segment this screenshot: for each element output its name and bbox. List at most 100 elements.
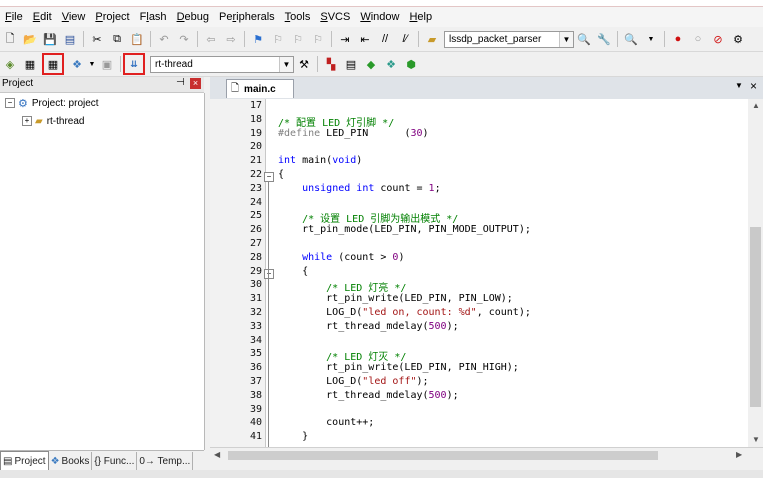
code-editor[interactable]: 17 18 /* 配置 LED 灯引脚 */ 19 #define LED_PIN (3… [210,99,748,447]
nav-forward-icon[interactable]: ⇨ [222,30,240,48]
code-line[interactable]: rt_thread_mdelay(500); [278,321,458,332]
vertical-scroll-thumb[interactable] [750,227,761,407]
tree-root[interactable]: − ⚙ Project: project [5,96,99,110]
code-line[interactable]: int main(void) [278,155,362,166]
menu-peripherals[interactable]: Peripherals [214,11,280,23]
code-line[interactable]: while (count > 0) [278,252,404,263]
tab-project[interactable]: ▤ Project [0,451,49,471]
scroll-down-icon[interactable]: ▼ [752,435,760,444]
code-line[interactable]: /* LED 灯亮 */ [278,279,406,294]
code-line[interactable]: rt_thread_mdelay(500); [278,390,458,401]
menu-file[interactable]: File [0,11,28,23]
code-line[interactable]: #define LED_PIN (30) [278,128,429,139]
copy-icon[interactable]: ⧉ [108,30,126,48]
code-line[interactable]: rt_pin_mode(LED_PIN, PIN_MODE_OUTPUT); [278,224,531,235]
code-line[interactable]: rt_pin_write(LED_PIN, PIN_LOW); [278,293,513,304]
tab-main-c[interactable]: 🗋 main.c [226,79,294,98]
code-line[interactable]: unsigned int count = 1; [278,183,441,194]
manage-components-icon[interactable]: ▚ [322,55,340,73]
tab-functions[interactable]: {} Func... [92,452,138,470]
code-line[interactable]: rt_pin_write(LED_PIN, PIN_HIGH); [278,362,519,373]
target-options-icon[interactable]: ⚒ [295,55,313,73]
tab-templates[interactable]: 0→ Temp... [137,452,194,470]
comment-icon[interactable]: // [376,30,394,48]
expand-icon[interactable]: + [22,116,32,126]
scroll-up-icon[interactable]: ▲ [752,101,760,110]
configure-icon[interactable]: 🔧 [595,30,613,48]
scroll-right-icon[interactable]: ▶ [736,450,742,459]
stop-build-icon[interactable]: ▣ [98,55,116,73]
code-line[interactable]: /* 设置 LED 引脚为输出模式 */ [278,210,458,225]
menu-debug[interactable]: Debug [172,11,214,23]
load-download-icon[interactable]: ⇊ [123,53,145,75]
line-number: 31 [249,293,262,305]
menu-view[interactable]: View [57,11,91,23]
code-line[interactable]: LOG_D("led on, count: %d", count); [278,307,531,318]
debug-session-icon[interactable]: 🔍 [622,30,640,48]
cut-icon[interactable]: ✂ [88,30,106,48]
code-line[interactable]: count++; [278,417,374,428]
pin-icon[interactable]: ⊣ [176,77,185,88]
unindent-icon[interactable]: ⇤ [356,30,374,48]
chevron-down-icon[interactable]: ▼ [279,56,293,72]
fold-collapse-icon[interactable]: − [264,268,274,279]
build-icon[interactable]: ▦ [21,55,39,73]
collapse-icon[interactable]: − [5,98,15,108]
open-folder-icon[interactable]: 📂 [21,30,39,48]
menu-svcs[interactable]: SVCS [315,11,355,23]
file-extensions-icon[interactable]: ▤ [342,55,360,73]
redo-icon[interactable]: ↷ [175,30,193,48]
paste-icon[interactable]: 📋 [128,30,146,48]
bookmark-icon[interactable]: ⚑ [249,30,267,48]
vertical-scrollbar[interactable]: ▲ ▼ [748,99,763,447]
run-time-environment-icon[interactable]: ⬢ [402,55,420,73]
save-all-icon[interactable]: ▤ [61,30,79,48]
pack-installer-icon[interactable]: ◆ [362,55,380,73]
code-line[interactable]: /* LED 灯灭 */ [278,348,406,363]
select-software-packs-icon[interactable]: ❖ [382,55,400,73]
settings-icon[interactable]: ⚙ [729,30,747,48]
clear-bookmarks-icon[interactable]: ⚐ [309,30,327,48]
batch-dropdown-icon[interactable]: ▼ [88,55,96,73]
code-line[interactable]: /* 配置 LED 灯引脚 */ [278,114,394,129]
code-line[interactable]: { [278,266,308,277]
tab-books[interactable]: ❖ Books [49,452,93,470]
close-editor-icon[interactable]: × [750,79,757,93]
tree-child[interactable]: + ▰ rt-thread [22,114,85,128]
horizontal-scrollbar[interactable]: ◀ ▶ [210,447,763,463]
code-line[interactable]: LOG_D("led off"); [278,376,428,387]
scroll-left-icon[interactable]: ◀ [214,450,220,459]
next-bookmark-icon[interactable]: ⚐ [289,30,307,48]
translate-icon[interactable]: ◈ [1,55,19,73]
save-icon[interactable]: 💾 [41,30,59,48]
find-combo[interactable]: lssdp_packet_parser ▼ [444,30,574,48]
breakpoint-icon[interactable]: ● [669,30,687,48]
menu-help[interactable]: Help [404,11,437,23]
prev-bookmark-icon[interactable]: ⚐ [269,30,287,48]
menu-tools[interactable]: Tools [280,11,316,23]
uncomment-icon[interactable]: /⁄ [396,30,414,48]
menu-flash[interactable]: Flash [135,11,172,23]
target-select[interactable]: rt-thread ▼ [150,55,294,73]
rebuild-icon[interactable]: ▦ [42,53,64,75]
debug-dropdown-icon[interactable]: ▼ [642,30,660,48]
chevron-down-icon[interactable]: ▼ [559,31,573,47]
menu-window[interactable]: Window [355,11,404,23]
fold-collapse-icon[interactable]: − [264,172,274,182]
horizontal-scroll-thumb[interactable] [228,451,658,460]
kill-breakpoints-icon[interactable]: ⊘ [709,30,727,48]
code-line[interactable]: { [278,169,284,180]
undo-icon[interactable]: ↶ [155,30,173,48]
find-icon[interactable]: 🔍 [575,30,593,48]
nav-back-icon[interactable]: ⇦ [202,30,220,48]
menu-edit[interactable]: Edit [28,11,57,23]
close-icon[interactable]: × [190,78,201,89]
indent-icon[interactable]: ⇥ [336,30,354,48]
code-line[interactable]: } [278,431,308,442]
batch-build-icon[interactable]: ❖ [68,55,86,73]
find-in-files-icon[interactable]: ▰ [423,30,441,48]
new-file-icon[interactable]: 🗋 [1,30,19,48]
menu-project[interactable]: Project [90,11,134,23]
tab-list-dropdown-icon[interactable]: ▼ [735,81,743,90]
disable-breakpoint-icon[interactable]: ○ [689,30,707,48]
